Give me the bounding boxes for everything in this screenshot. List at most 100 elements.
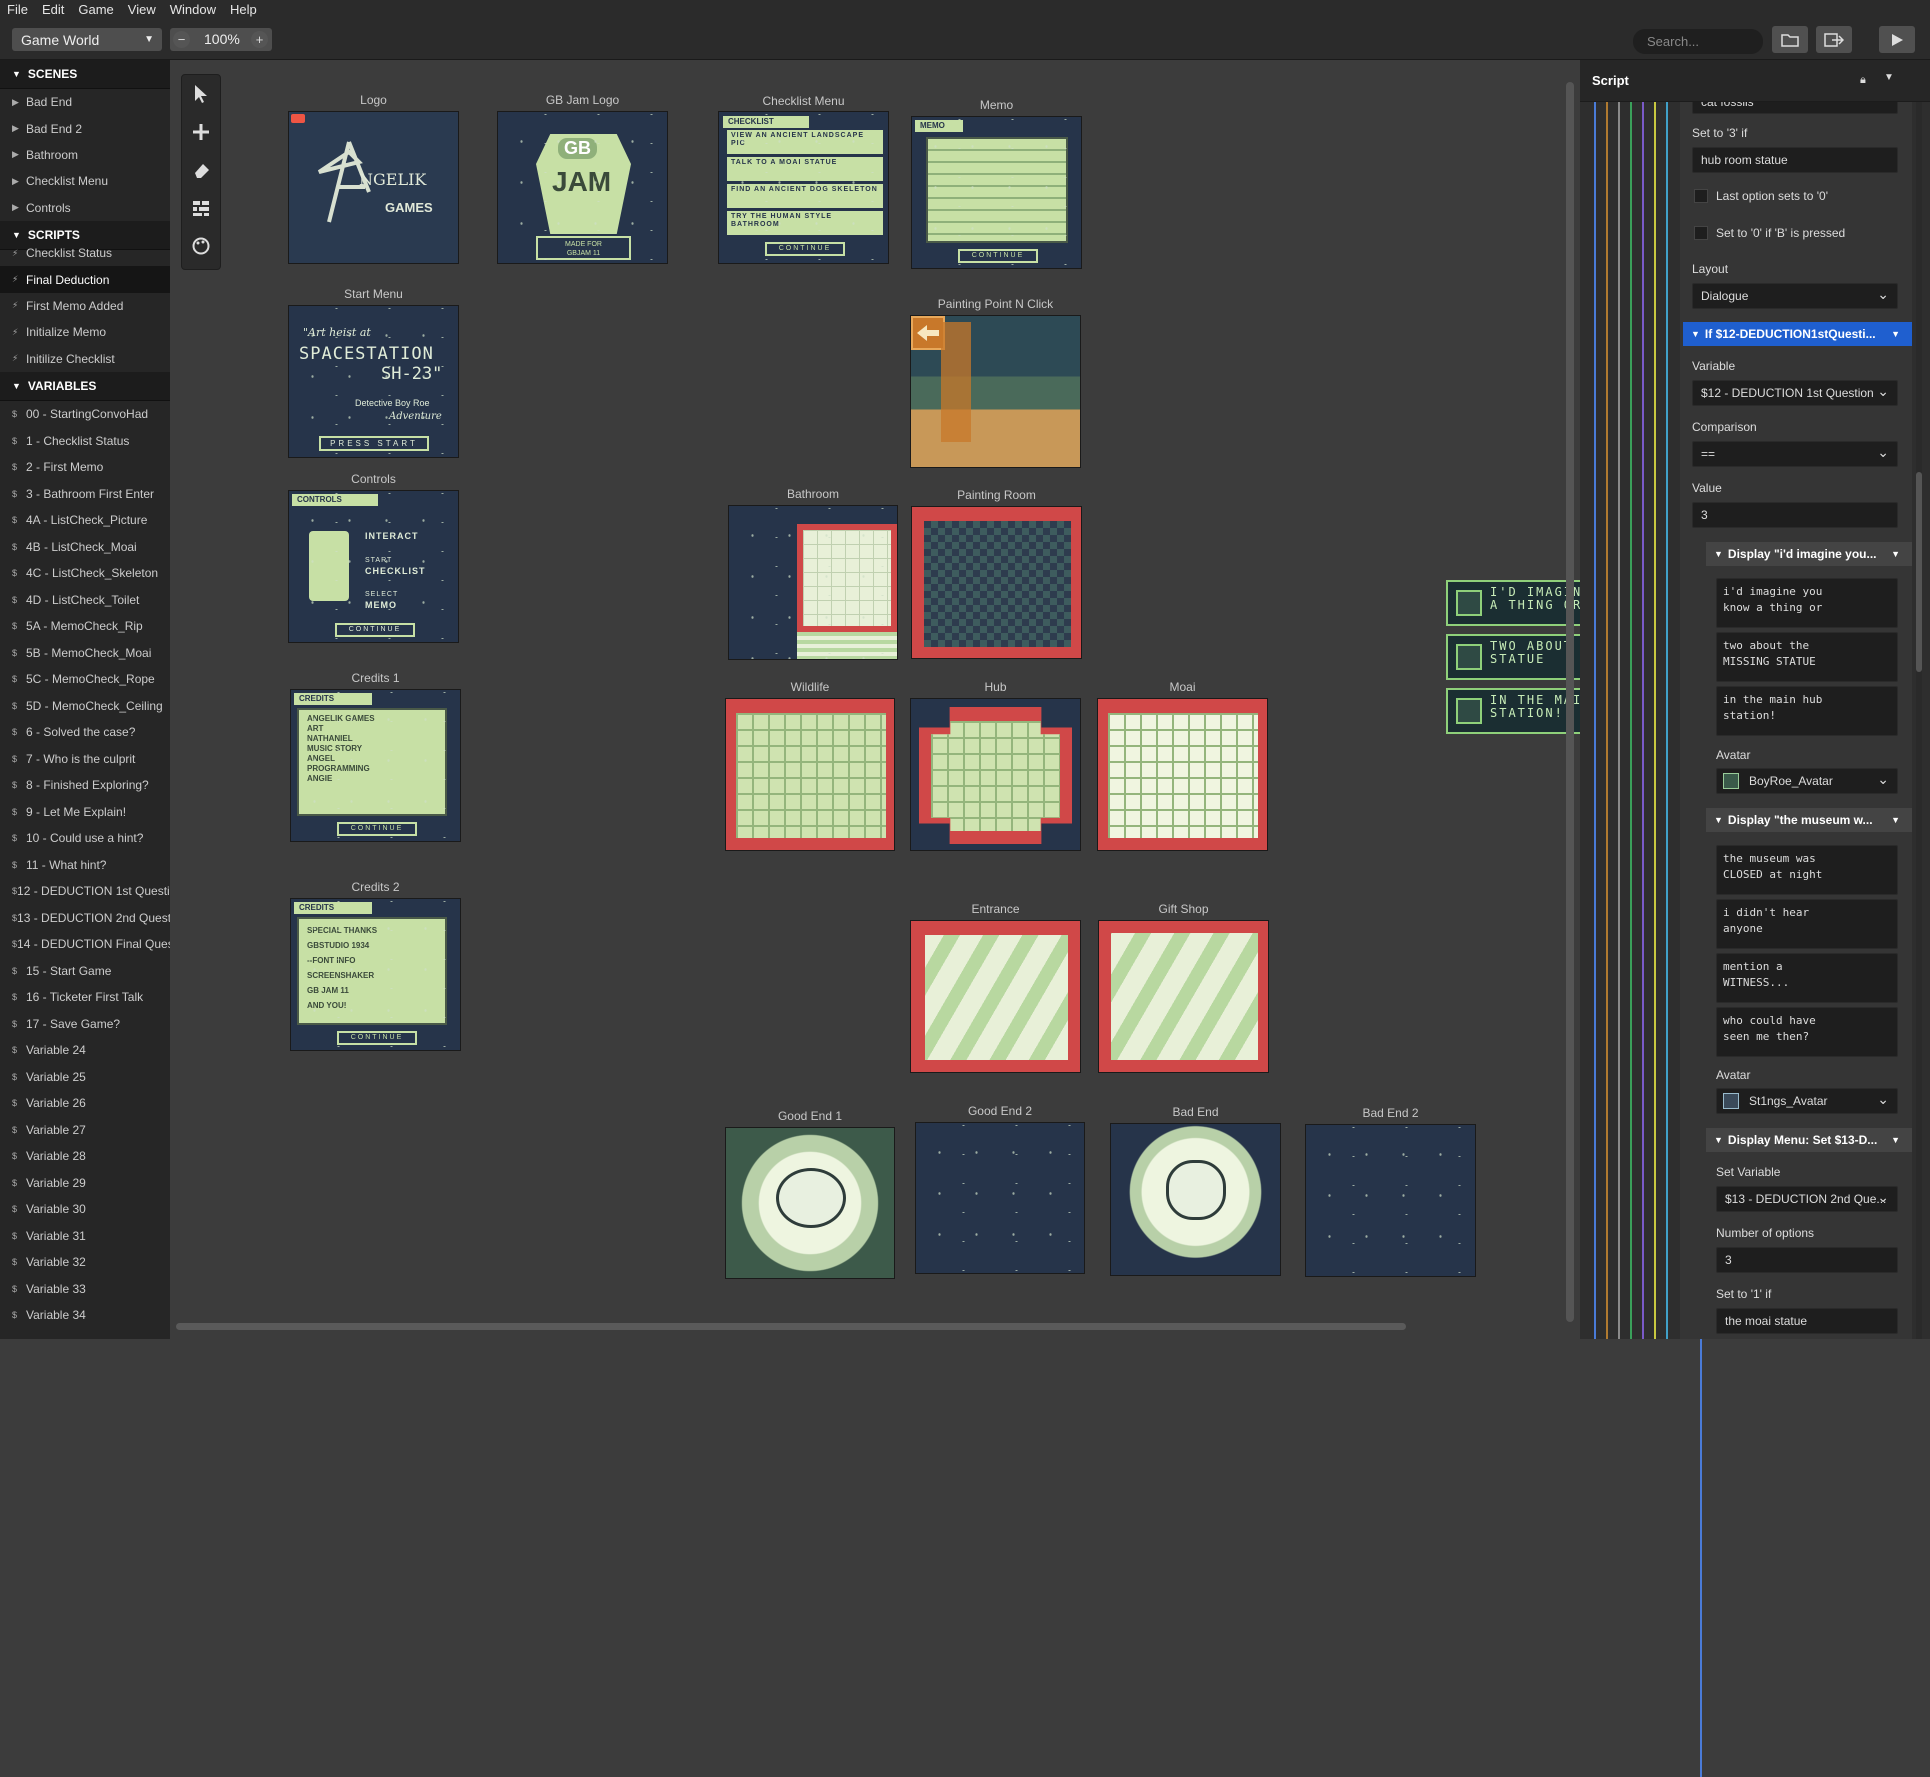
open-folder-button[interactable] xyxy=(1772,26,1808,53)
comparison-select[interactable]: == xyxy=(1692,441,1898,467)
script-tab[interactable]: Script xyxy=(1592,73,1629,88)
dialogue-text-3[interactable]: in the main hub station! xyxy=(1716,686,1898,736)
variable-select[interactable]: $12 - DEDUCTION 1st Question xyxy=(1692,380,1898,406)
paint-tool[interactable] xyxy=(182,227,220,265)
variable-list-item[interactable]: $Variable 26 xyxy=(0,1090,170,1117)
layout-select[interactable]: Dialogue xyxy=(1692,283,1898,309)
menu-window[interactable]: Window xyxy=(163,2,223,17)
scene-checklist-menu[interactable]: Checklist Menu CHECKLIST VIEW AN ANCIENT… xyxy=(718,111,889,264)
canvas-horizontal-scrollbar[interactable] xyxy=(176,1323,1406,1330)
variable-list-item[interactable]: $Variable 30 xyxy=(0,1196,170,1223)
lock-icon[interactable]: 🔒︎ xyxy=(1860,74,1866,87)
variable-list-item[interactable]: $Variable 31 xyxy=(0,1222,170,1249)
variable-list-item[interactable]: $Variable 29 xyxy=(0,1169,170,1196)
variable-list-item[interactable]: $16 - Ticketer First Talk xyxy=(0,984,170,1011)
variable-list-item[interactable]: $4D - ListCheck_Toilet xyxy=(0,586,170,613)
menu-view[interactable]: View xyxy=(121,2,163,17)
world-select[interactable]: Game World ▼ xyxy=(12,28,162,51)
variable-list-item[interactable]: $15 - Start Game xyxy=(0,957,170,984)
variable-list-item[interactable]: $Variable 34 xyxy=(0,1302,170,1329)
variable-list-item[interactable]: $Variable 32 xyxy=(0,1249,170,1276)
variable-list-item[interactable]: $5B - MemoCheck_Moai xyxy=(0,639,170,666)
variable-list-item[interactable]: $13 - DEDUCTION 2nd Question xyxy=(0,904,170,931)
set-variable-select[interactable]: $13 - DEDUCTION 2nd Que... xyxy=(1716,1186,1898,1212)
scene-entrance[interactable]: Entrance xyxy=(910,920,1081,1073)
last-option-checkbox[interactable] xyxy=(1694,189,1708,203)
variable-list-item[interactable]: $9 - Let Me Explain! xyxy=(0,798,170,825)
scene-controls[interactable]: Controls CONTROLS INTERACT START CHECKLI… xyxy=(288,490,459,643)
variable-list-item[interactable]: $6 - Solved the case? xyxy=(0,719,170,746)
variable-list-item[interactable]: $4A - ListCheck_Picture xyxy=(0,507,170,534)
zoom-in-button[interactable]: + xyxy=(251,31,268,48)
scene-painting-point-n-click[interactable]: Painting Point N Click xyxy=(910,315,1081,468)
avatar-select-1[interactable]: BoyRoe_Avatar xyxy=(1716,768,1898,794)
canvas-vertical-scrollbar[interactable] xyxy=(1566,82,1574,1322)
select-tool[interactable] xyxy=(182,75,220,113)
script-list-item[interactable]: ⚡︎Initialize Memo xyxy=(0,319,170,345)
scene-painting-room[interactable]: Painting Room xyxy=(911,506,1082,659)
script-list-item[interactable]: ⚡︎Final Deduction xyxy=(0,266,170,292)
zoom-out-button[interactable]: − xyxy=(173,31,190,48)
scene-credits-2[interactable]: Credits 2 CREDITS SPECIAL THANKSGBSTUDIO… xyxy=(290,898,461,1051)
scene-gb-jam-logo[interactable]: GB Jam Logo GB JAM MADE FORGBJAM 11 xyxy=(497,111,668,264)
set3-input[interactable]: hub room statue xyxy=(1692,147,1898,173)
value-input[interactable]: 3 xyxy=(1692,502,1898,528)
block-menu-icon[interactable]: ▼ xyxy=(1891,1135,1900,1145)
variable-list-item[interactable]: $11 - What hint? xyxy=(0,851,170,878)
scene-good-end-2[interactable]: Good End 2 xyxy=(915,1122,1085,1274)
scene-hub[interactable]: Hub xyxy=(910,698,1081,851)
scene-gift-shop[interactable]: Gift Shop xyxy=(1098,920,1269,1073)
scene-list-item[interactable]: ▶Bathroom xyxy=(0,142,170,168)
dialogue-text-7[interactable]: who could have seen me then? xyxy=(1716,1007,1898,1057)
scenes-header[interactable]: ▼SCENES xyxy=(0,60,170,89)
variable-list-item[interactable]: $4B - ListCheck_Moai xyxy=(0,533,170,560)
scene-list-item[interactable]: ▶Bad End xyxy=(0,89,170,115)
display-menu-header[interactable]: ▼Display Menu: Set $13-D...▼ xyxy=(1706,1128,1912,1152)
block-menu-icon[interactable]: ▼ xyxy=(1891,549,1900,559)
scene-good-end-1[interactable]: Good End 1 xyxy=(725,1127,895,1279)
variable-list-item[interactable]: $2 - First Memo xyxy=(0,454,170,481)
scene-bathroom[interactable]: Bathroom xyxy=(728,505,898,660)
variable-list-item[interactable]: $8 - Finished Exploring? xyxy=(0,772,170,799)
variable-list-item[interactable]: $10 - Could use a hint? xyxy=(0,825,170,852)
num-options-input[interactable]: 3 xyxy=(1716,1247,1898,1273)
if-block-header[interactable]: ▼If $12-DEDUCTION1stQuesti...▼ xyxy=(1683,322,1912,346)
dialogue-text-4[interactable]: the museum was CLOSED at night xyxy=(1716,845,1898,895)
variable-list-item[interactable]: $Variable 33 xyxy=(0,1275,170,1302)
variable-list-item[interactable]: $Variable 27 xyxy=(0,1116,170,1143)
variable-list-item[interactable]: $Variable 24 xyxy=(0,1037,170,1064)
menu-game[interactable]: Game xyxy=(71,2,120,17)
display-dialogue-1-header[interactable]: ▼Display "i'd imagine you...▼ xyxy=(1706,542,1912,566)
collision-tool[interactable] xyxy=(182,189,220,227)
dialogue-text-5[interactable]: i didn't hear anyone xyxy=(1716,899,1898,949)
variable-list-item[interactable]: $7 - Who is the culprit xyxy=(0,745,170,772)
variable-list-item[interactable]: $00 - StartingConvoHad xyxy=(0,401,170,428)
scene-moai[interactable]: Moai xyxy=(1097,698,1268,851)
dialogue-text-2[interactable]: two about the MISSING STATUE xyxy=(1716,632,1898,682)
scene-memo[interactable]: Memo MEMO CONTINUE xyxy=(911,116,1082,269)
script-list-item[interactable]: ⚡︎Checklist Status xyxy=(0,240,170,266)
eraser-tool[interactable] xyxy=(182,151,220,189)
variable-list-item[interactable]: $14 - DEDUCTION Final Question xyxy=(0,931,170,958)
variable-list-item[interactable]: $Variable 28 xyxy=(0,1143,170,1170)
play-button[interactable] xyxy=(1879,26,1915,53)
option-2-field[interactable]: cat fossils xyxy=(1692,102,1898,114)
b-pressed-checkbox[interactable] xyxy=(1694,226,1708,240)
scene-logo[interactable]: Logo NGELIK GAMES xyxy=(288,111,459,264)
variable-list-item[interactable]: $5D - MemoCheck_Ceiling xyxy=(0,692,170,719)
scene-bad-end-2[interactable]: Bad End 2 xyxy=(1305,1124,1476,1277)
script-list-item[interactable]: ⚡︎First Memo Added xyxy=(0,293,170,319)
scene-list-item[interactable]: ▶Checklist Menu xyxy=(0,168,170,194)
set1-input[interactable]: the moai statue xyxy=(1716,1308,1898,1334)
chevron-down-icon[interactable]: ▼ xyxy=(1884,72,1894,83)
variable-list-item[interactable]: $5A - MemoCheck_Rip xyxy=(0,613,170,640)
scene-list-item[interactable]: ▶Bad End 2 xyxy=(0,115,170,141)
menu-file[interactable]: File xyxy=(0,2,35,17)
scene-list-item[interactable]: ▶Controls xyxy=(0,195,170,221)
variables-header[interactable]: ▼VARIABLES xyxy=(0,372,170,401)
export-button[interactable] xyxy=(1816,26,1852,53)
display-dialogue-2-header[interactable]: ▼Display "the museum w...▼ xyxy=(1706,808,1912,832)
variable-list-item[interactable]: $1 - Checklist Status xyxy=(0,427,170,454)
dialogue-text-1[interactable]: i'd imagine you know a thing or xyxy=(1716,578,1898,628)
script-list-item[interactable]: ⚡︎Initilize Checklist xyxy=(0,346,170,372)
